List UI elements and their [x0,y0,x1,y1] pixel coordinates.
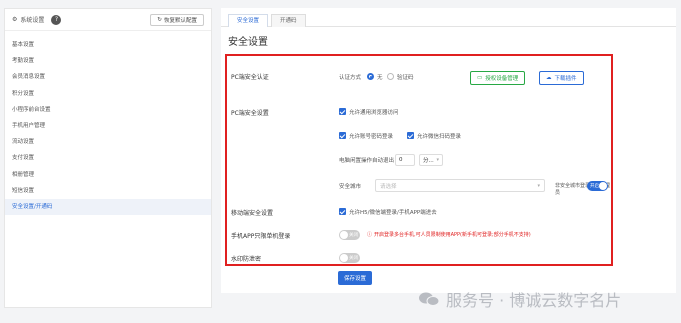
sidebar-item-album[interactable]: 相册管理 [5,167,211,183]
tab-security[interactable]: 安全设置 [228,14,269,27]
app-bind-toggle-text: 关闭 [349,233,358,238]
help-icon[interactable]: ? [51,14,62,25]
sidebar-item-security[interactable]: 安全设置/开通码 [5,198,211,216]
reset-default-button[interactable]: ↻ 恢复默认配置 [150,13,204,26]
pc-security-label: PC端安全设置 [231,110,269,117]
city-placeholder: 请选择 [380,183,397,190]
checkbox-account-label: 允许账号密码登录 [349,134,394,140]
refresh-icon: ↻ [157,16,162,23]
highlight-box: PC端安全认证 认证方式 无 验证码 ▭ 授权设备管理 ☁ 下载插件 PC端安全… [225,54,613,266]
sidebar-item-flow[interactable]: 流动设置 [5,134,211,150]
unit-text: 分... [423,158,434,164]
sidebar-item-points[interactable]: 积分设置 [5,86,211,102]
sidebar-title-text: 系统设置 [20,17,45,24]
checkbox-mobile-label: 允许H5/微信端登录/手机APP端进去 [349,210,437,216]
safe-city-select[interactable]: 请选择 ▾ [375,179,545,192]
device-auth-label: 授权设备管理 [485,76,519,82]
sidebar-title: ⚙ 系统设置 ? [12,14,62,25]
page-title: 安全设置 [228,37,268,48]
cloud-icon: ☁ [546,75,552,81]
download-plugin-button[interactable]: ☁ 下载插件 [539,71,584,85]
sidebar-item-basic[interactable]: 基本设置 [5,37,211,53]
tab-activation-code[interactable]: 开通码 [271,14,306,27]
checkbox-wechat-label: 允许微信扫码登录 [417,134,462,140]
mobile-security-label: 移动端安全设置 [231,210,274,217]
radio-code[interactable] [387,73,394,80]
sidebar-header: ⚙ 系统设置 ? ↻ 恢复默认配置 [5,9,211,31]
sidebar-item-sms[interactable]: 短信设置 [5,183,211,199]
reset-label: 恢复默认配置 [163,17,197,24]
auto-logout-input[interactable]: 0 [395,154,415,166]
chevron-down-icon: ▾ [537,182,540,189]
checkbox-browser[interactable] [339,108,346,115]
save-button[interactable]: 保存设置 [338,271,373,285]
app-bind-label: 手机APP只限单机登录 [231,233,291,240]
pc-auth-label: PC端安全认证 [231,74,269,81]
app-bind-warning: ⓘ 开启登录多台手机,可人员限制使用APP(新手机可登录;部分手机不支持) [367,231,531,238]
checkbox-account[interactable] [339,132,346,139]
tab-bar: 安全设置 开通码 [221,8,676,27]
auto-logout-label: 电脑闲置操作自动退出 [339,158,395,164]
auth-mode-label: 认证方式 [339,75,362,81]
sidebar-item-payment[interactable]: 支付设置 [5,150,211,166]
sidebar-item-member-message[interactable]: 会员消息设置 [5,69,211,85]
sidebar-menu: 基本设置 考勤设置 会员消息设置 积分设置 小程序前台设置 手机用户管理 流动设… [5,31,211,216]
app-bind-toggle[interactable]: 关闭 [339,230,360,240]
notify-toggle[interactable]: 开启 [587,181,608,191]
warning-text: 开启登录多台手机,可人员限制使用APP(新手机可登录;部分手机不支持) [374,232,531,238]
checkbox-browser-label: 允许通用浏览器访问 [349,110,399,116]
sidebar: ⚙ 系统设置 ? ↻ 恢复默认配置 基本设置 考勤设置 会员消息设置 积分设置 … [4,8,212,308]
radio-none[interactable] [367,73,374,80]
watermark-defense-toggle[interactable]: 关闭 [339,253,360,263]
wechat-icon [419,292,440,306]
watermark: 服务号 · 博诚云数字名片 [418,287,621,311]
safe-city-label: 安全城市 [339,184,362,190]
radio-none-label: 无 [377,75,383,81]
checkbox-mobile[interactable] [339,208,346,215]
sidebar-item-miniprogram[interactable]: 小程序前台设置 [5,102,211,118]
monitor-icon: ▭ [477,75,483,81]
notify-toggle-text: 开启 [590,184,599,189]
sidebar-item-attendance[interactable]: 考勤设置 [5,53,211,69]
download-label: 下载插件 [554,76,577,82]
main-panel: 安全设置 开通码 安全设置 PC端安全认证 认证方式 无 验证码 ▭ 授权设备管… [221,8,676,293]
sidebar-item-mobile-users[interactable]: 手机用户管理 [5,118,211,134]
radio-code-label: 验证码 [397,75,414,81]
checkbox-wechat[interactable] [407,132,414,139]
warning-icon: ⓘ [367,232,373,238]
watermark-text: 服务号 · 博诚云数字名片 [446,291,622,310]
watermark-toggle-text: 关闭 [349,256,358,261]
device-auth-button[interactable]: ▭ 授权设备管理 [470,71,526,85]
settings-icon: ⚙ [12,16,18,23]
watermark-defense-label: 水印防泄密 [231,256,262,263]
auto-logout-unit-select[interactable]: 分... ▾ [419,154,443,166]
chevron-down-icon: ▾ [436,157,439,163]
